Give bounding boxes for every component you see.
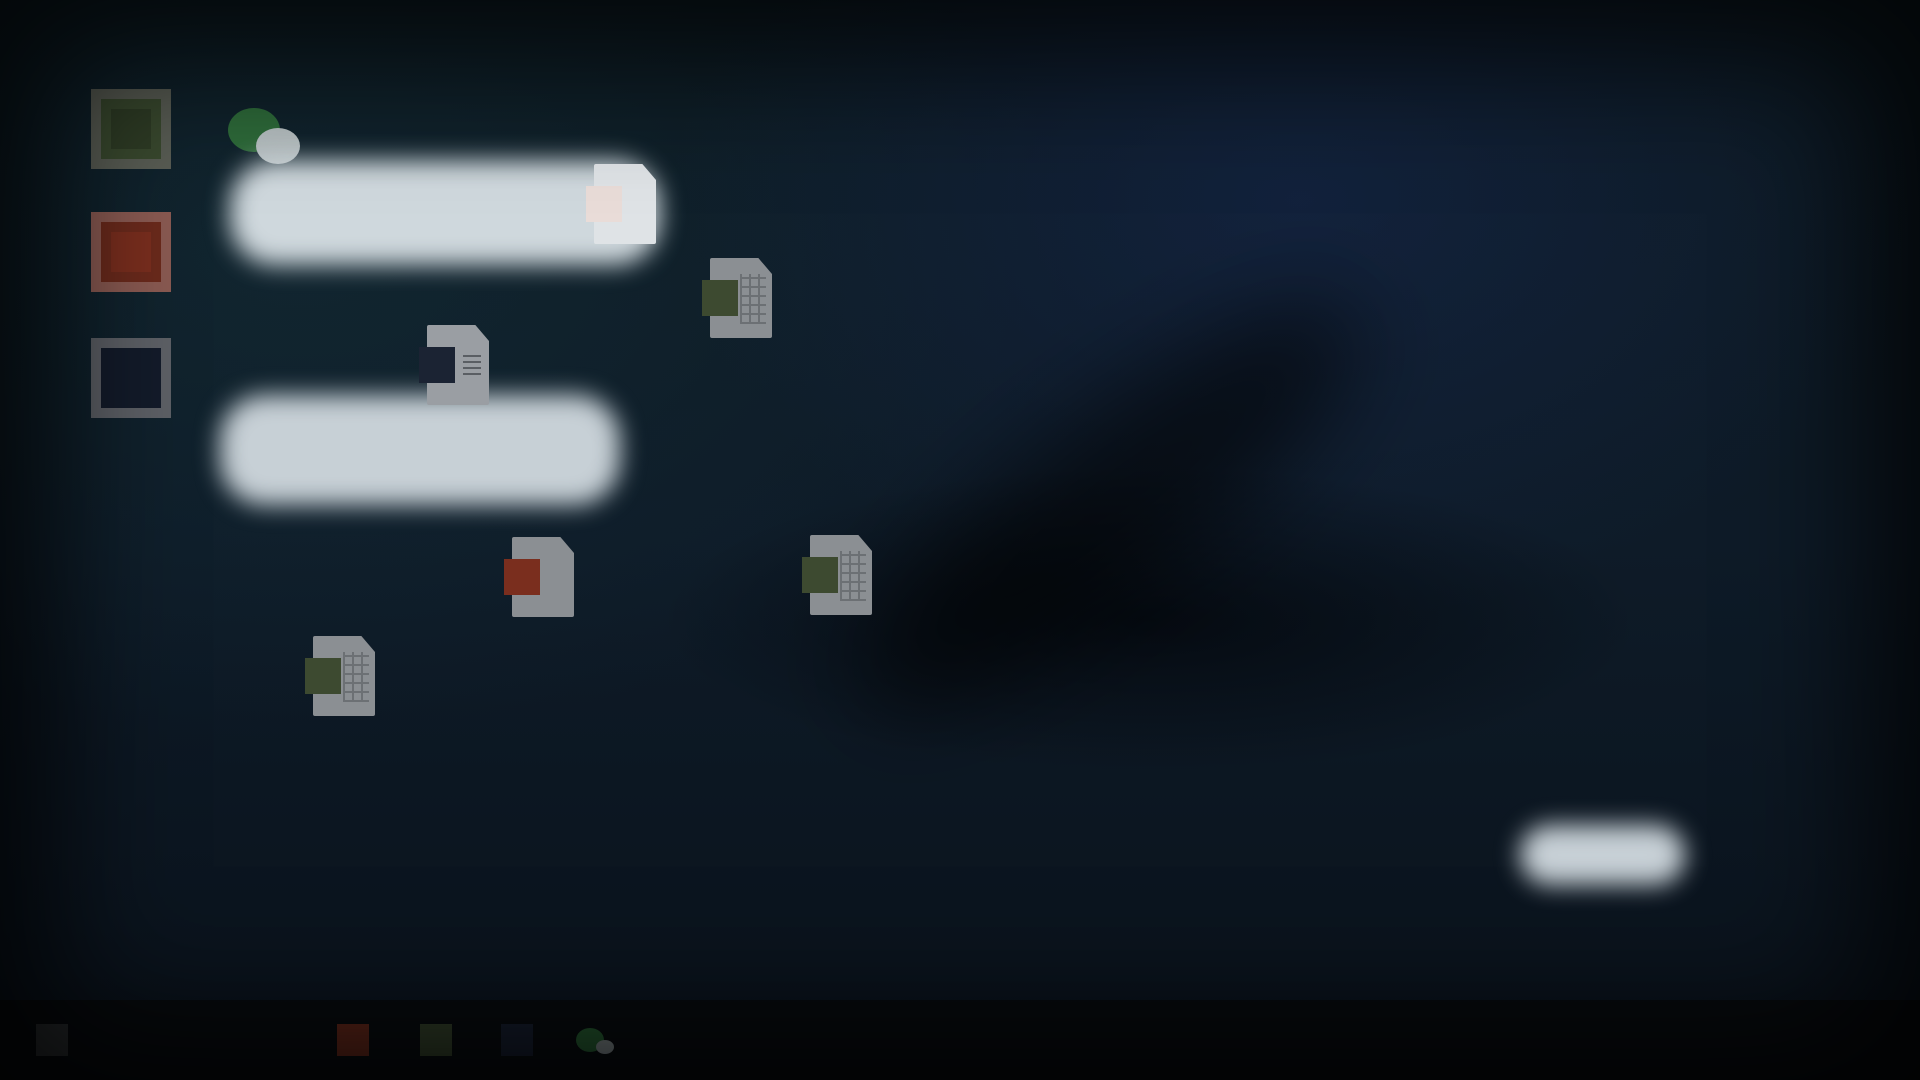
writer-icon[interactable]	[501, 1024, 533, 1056]
writer-app-tile	[91, 338, 171, 418]
file-badge	[419, 347, 455, 383]
writer-app-core	[111, 358, 151, 398]
presentation-file-icon[interactable]	[586, 164, 656, 244]
spreadsheet-icon[interactable]	[420, 1024, 452, 1056]
chat-icon[interactable]	[576, 1024, 620, 1056]
file-badge	[802, 557, 838, 593]
file-badge	[586, 186, 622, 222]
blurred-file-label	[220, 395, 620, 505]
spreadsheet-file-icon[interactable]	[802, 535, 872, 615]
spreadsheet-file-icon[interactable]	[702, 258, 772, 338]
text-document-file-icon[interactable]	[419, 325, 489, 405]
background-shadow	[813, 247, 1407, 763]
presentation-app-icon[interactable]	[91, 212, 171, 292]
taskbar	[0, 1000, 1920, 1080]
spreadsheet-app-core	[111, 109, 151, 149]
presentation-app-tile	[91, 212, 171, 292]
presentation-app-core	[111, 232, 151, 272]
presentation-file-icon[interactable]	[504, 537, 574, 617]
menu-icon[interactable]	[36, 1024, 68, 1056]
file-badge	[702, 280, 738, 316]
chat-bubble-gray	[256, 128, 300, 164]
spreadsheet-file-icon[interactable]	[305, 636, 375, 716]
presentation-icon[interactable]	[337, 1024, 369, 1056]
spreadsheet-app-icon[interactable]	[91, 89, 171, 169]
spreadsheet-app-tile	[91, 89, 171, 169]
file-badge	[305, 658, 341, 694]
writer-app-icon[interactable]	[91, 338, 171, 418]
file-badge	[504, 559, 540, 595]
blurred-file-label	[1520, 825, 1685, 885]
chat-icon[interactable]	[228, 108, 308, 188]
